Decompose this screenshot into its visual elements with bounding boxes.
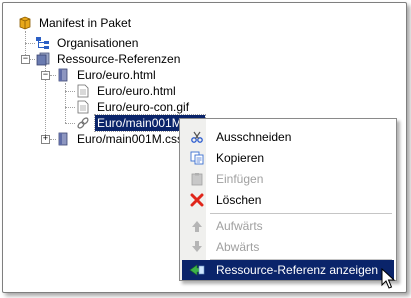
menu-item-paste[interactable]: Einfügen — [182, 169, 394, 189]
tree-node-label: Manifest in Paket — [39, 16, 132, 30]
tree-connector — [65, 107, 75, 108]
menu-item-label: Abwärts — [216, 240, 260, 254]
expand-toggle[interactable]: + — [41, 135, 50, 144]
menu-item-show-resource-reference[interactable]: Ressource-Referenz anzeigen — [182, 260, 394, 280]
delete-icon — [186, 190, 208, 210]
tree-node-file[interactable]: Euro/euro-con.gif — [75, 99, 191, 115]
tree-node-label: Euro/main001M.css — [77, 132, 184, 146]
tree-node-label: Euro/euro-con.gif — [97, 100, 190, 114]
show-reference-icon — [186, 260, 208, 280]
tree-node-main001m-resource[interactable]: Euro/main001M.css — [55, 131, 185, 147]
file-icon — [75, 99, 91, 115]
menu-separator — [210, 213, 392, 214]
tree-node-root[interactable]: Manifest in Paket — [17, 15, 133, 31]
menu-item-label: Kopieren — [216, 151, 265, 165]
file-icon — [75, 83, 91, 99]
context-menu: Ausschneiden Kopieren Einfügen Löschen A… — [179, 118, 397, 281]
tree-node-organisationen[interactable]: Organisationen — [35, 35, 140, 51]
tree-node-ressource-referenzen[interactable]: Ressource-Referenzen — [35, 51, 182, 67]
tree-connector — [25, 43, 35, 44]
tree-node-label: Ressource-Referenzen — [57, 52, 181, 66]
menu-item-label: Aufwärts — [216, 219, 263, 233]
paste-icon — [186, 169, 208, 189]
menu-item-label: Ausschneiden — [216, 130, 292, 144]
tree-connector — [65, 83, 66, 123]
copy-icon — [186, 148, 208, 168]
tree-connector — [65, 123, 75, 124]
link-icon — [75, 115, 91, 131]
arrow-down-icon — [186, 237, 208, 257]
tree-node-label: Organisationen — [57, 36, 139, 50]
arrow-up-icon — [186, 216, 208, 236]
resource-icon — [55, 67, 71, 83]
menu-item-copy[interactable]: Kopieren — [182, 148, 394, 168]
menu-item-move-up[interactable]: Aufwärts — [182, 216, 394, 236]
organization-icon — [35, 35, 51, 51]
tree-node-euro-html-resource[interactable]: Euro/euro.html — [55, 67, 158, 83]
resource-icon — [55, 131, 71, 147]
menu-item-label: Einfügen — [216, 172, 264, 186]
menu-item-move-down[interactable]: Abwärts — [182, 237, 394, 257]
tree-connector — [65, 91, 75, 92]
menu-item-delete[interactable]: Löschen — [182, 190, 394, 210]
resources-icon — [35, 51, 51, 67]
collapse-toggle[interactable]: − — [21, 55, 30, 64]
menu-item-label: Löschen — [216, 193, 262, 207]
scissors-icon — [186, 127, 208, 147]
tree-node-label: Euro/euro.html — [77, 68, 156, 82]
mouse-cursor-icon — [381, 267, 396, 290]
collapse-toggle[interactable]: − — [41, 71, 50, 80]
tree-node-file[interactable]: Euro/euro.html — [75, 83, 178, 99]
menu-item-label: Ressource-Referenz anzeigen — [216, 263, 379, 277]
tree-node-label: Euro/euro.html — [97, 84, 176, 98]
package-icon — [17, 15, 33, 31]
menu-item-cut[interactable]: Ausschneiden — [182, 127, 394, 147]
